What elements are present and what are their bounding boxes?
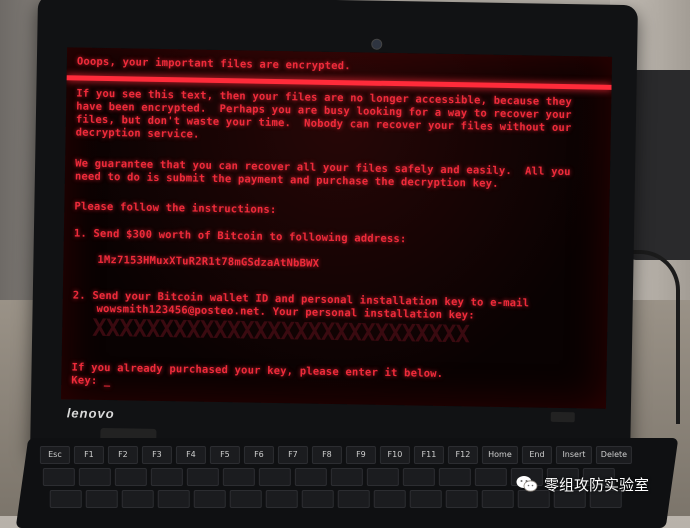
key-end[interactable]: End (521, 446, 552, 464)
key[interactable] (474, 468, 507, 486)
key-input-prompt[interactable]: Key: _ (71, 374, 110, 387)
key[interactable] (222, 468, 255, 486)
key[interactable] (330, 468, 363, 486)
key-f7[interactable]: F7 (277, 446, 308, 464)
key-f12[interactable]: F12 (447, 446, 478, 464)
key[interactable] (409, 490, 442, 508)
key[interactable] (114, 468, 147, 486)
key[interactable] (85, 490, 118, 508)
key[interactable] (78, 468, 111, 486)
key-insert[interactable]: Insert (555, 446, 592, 464)
key-f5[interactable]: F5 (209, 446, 240, 464)
key-esc[interactable]: Esc (39, 446, 70, 464)
hinge-right (550, 411, 575, 423)
wechat-icon (516, 476, 538, 492)
ransom-text-line: decryption service. (75, 126, 200, 141)
side-device (630, 70, 690, 260)
key[interactable] (337, 490, 370, 508)
laptop: Ooops, your important files are encrypte… (30, 0, 639, 466)
key-f11[interactable]: F11 (413, 446, 444, 464)
key[interactable] (445, 490, 478, 508)
key-f6[interactable]: F6 (243, 446, 274, 464)
lenovo-logo: lenovo (66, 405, 115, 422)
key[interactable] (49, 490, 82, 508)
ransom-screen: Ooops, your important files are encrypte… (61, 47, 613, 409)
key-f2[interactable]: F2 (107, 446, 138, 464)
key-delete[interactable]: Delete (595, 446, 632, 464)
key[interactable] (229, 490, 262, 508)
key-home[interactable]: Home (481, 446, 518, 464)
key[interactable] (294, 468, 327, 486)
key[interactable] (402, 468, 435, 486)
key[interactable] (258, 468, 291, 486)
key[interactable] (301, 490, 334, 508)
key-f10[interactable]: F10 (379, 446, 410, 464)
key[interactable] (481, 490, 514, 508)
key-f3[interactable]: F3 (141, 446, 172, 464)
key[interactable] (438, 468, 471, 486)
key[interactable] (373, 490, 406, 508)
watermark-label: 零组攻防实验室 (544, 476, 650, 494)
key-f8[interactable]: F8 (311, 446, 342, 464)
key[interactable] (265, 490, 298, 508)
key[interactable] (157, 490, 190, 508)
key[interactable] (186, 468, 219, 486)
key[interactable] (121, 490, 154, 508)
webcam (371, 38, 383, 50)
key-f1[interactable]: F1 (73, 446, 104, 464)
key-f9[interactable]: F9 (345, 446, 376, 464)
key[interactable] (150, 468, 183, 486)
key[interactable] (366, 468, 399, 486)
key[interactable] (193, 490, 226, 508)
key-f4[interactable]: F4 (175, 446, 206, 464)
key[interactable] (42, 468, 75, 486)
